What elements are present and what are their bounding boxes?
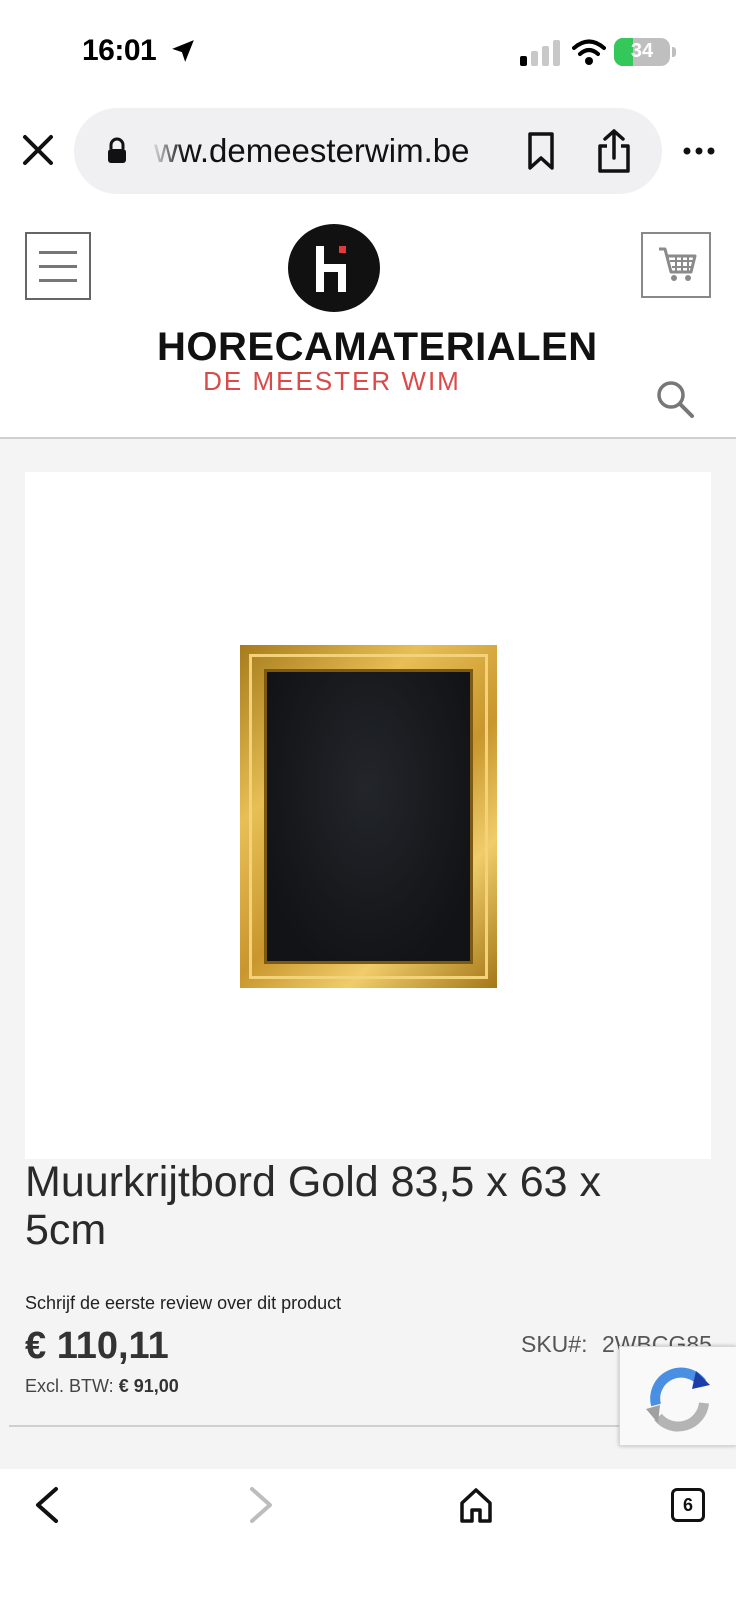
forward-icon[interactable] xyxy=(246,1485,276,1525)
recaptcha-icon xyxy=(646,1367,710,1432)
logo-mark[interactable] xyxy=(288,224,380,312)
logo-title[interactable]: HORECAMATERIALEN xyxy=(157,325,597,370)
battery-indicator: 34 xyxy=(614,38,670,66)
url-text[interactable]: ww.demeesterwim.be xyxy=(154,132,469,170)
sku-label: SKU#: xyxy=(521,1331,588,1357)
search-icon[interactable] xyxy=(654,378,696,420)
close-icon[interactable] xyxy=(20,132,56,168)
logo-subtitle[interactable]: DE MEESTER WIM xyxy=(157,366,507,397)
product-title: Muurkrijtbord Gold 83,5 x 63 x 5cm xyxy=(25,1158,601,1254)
tabs-icon[interactable]: 6 xyxy=(671,1488,705,1522)
battery-percent: 34 xyxy=(630,40,654,62)
wifi-icon xyxy=(572,39,606,65)
excl-vat-value: € 91,00 xyxy=(118,1376,179,1396)
status-time: 16:01 xyxy=(82,34,157,67)
write-review-link[interactable]: Schrijf de eerste review over dit produc… xyxy=(25,1293,341,1314)
hamburger-menu-icon[interactable] xyxy=(25,232,91,300)
signal-icon xyxy=(520,40,560,66)
lock-icon xyxy=(108,137,126,163)
bookmark-icon[interactable] xyxy=(526,131,556,171)
chalkboard-gold-frame-image xyxy=(240,645,497,988)
excl-vat-label: Excl. BTW: xyxy=(25,1376,114,1396)
share-icon[interactable] xyxy=(596,128,632,174)
back-icon[interactable] xyxy=(32,1485,62,1525)
battery-tip xyxy=(672,47,676,57)
recaptcha-badge[interactable] xyxy=(619,1346,736,1446)
location-arrow-icon xyxy=(172,40,194,62)
more-icon[interactable] xyxy=(682,144,716,158)
home-icon[interactable] xyxy=(458,1486,494,1524)
price-excl-vat: Excl. BTW: € 91,00 xyxy=(25,1376,179,1397)
browser-toolbar xyxy=(0,1469,736,1600)
cart-icon[interactable] xyxy=(641,232,711,298)
product-price: € 110,11 xyxy=(25,1325,169,1367)
url-fade xyxy=(150,128,184,174)
